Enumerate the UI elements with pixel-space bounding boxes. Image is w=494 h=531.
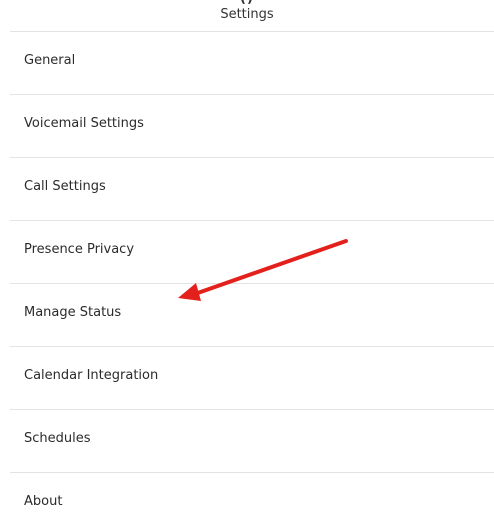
menu-item-manage-status[interactable]: Manage Status	[0, 284, 494, 347]
menu-item-label: Manage Status	[24, 305, 122, 320]
menu-item-presence-privacy[interactable]: Presence Privacy	[0, 221, 494, 284]
menu-item-voicemail-settings[interactable]: Voicemail Settings	[0, 95, 494, 158]
settings-header: () Settings	[0, 0, 494, 32]
menu-item-label: Presence Privacy	[24, 242, 135, 257]
menu-item-about[interactable]: About	[0, 473, 494, 531]
menu-item-label: General	[24, 53, 76, 68]
menu-item-call-settings[interactable]: Call Settings	[0, 158, 494, 221]
menu-item-schedules[interactable]: Schedules	[0, 410, 494, 473]
menu-item-label: Schedules	[24, 431, 91, 446]
menu-item-label: About	[24, 494, 63, 509]
settings-menu: General Voicemail Settings Call Settings…	[0, 32, 494, 531]
menu-item-general[interactable]: General	[0, 32, 494, 95]
menu-item-label: Call Settings	[24, 179, 106, 194]
page-title: Settings	[220, 7, 274, 22]
menu-item-label: Voicemail Settings	[24, 116, 144, 131]
menu-item-label: Calendar Integration	[24, 368, 159, 383]
menu-item-calendar-integration[interactable]: Calendar Integration	[0, 347, 494, 410]
settings-screen: () Settings General Voicemail Settings C…	[0, 0, 494, 531]
